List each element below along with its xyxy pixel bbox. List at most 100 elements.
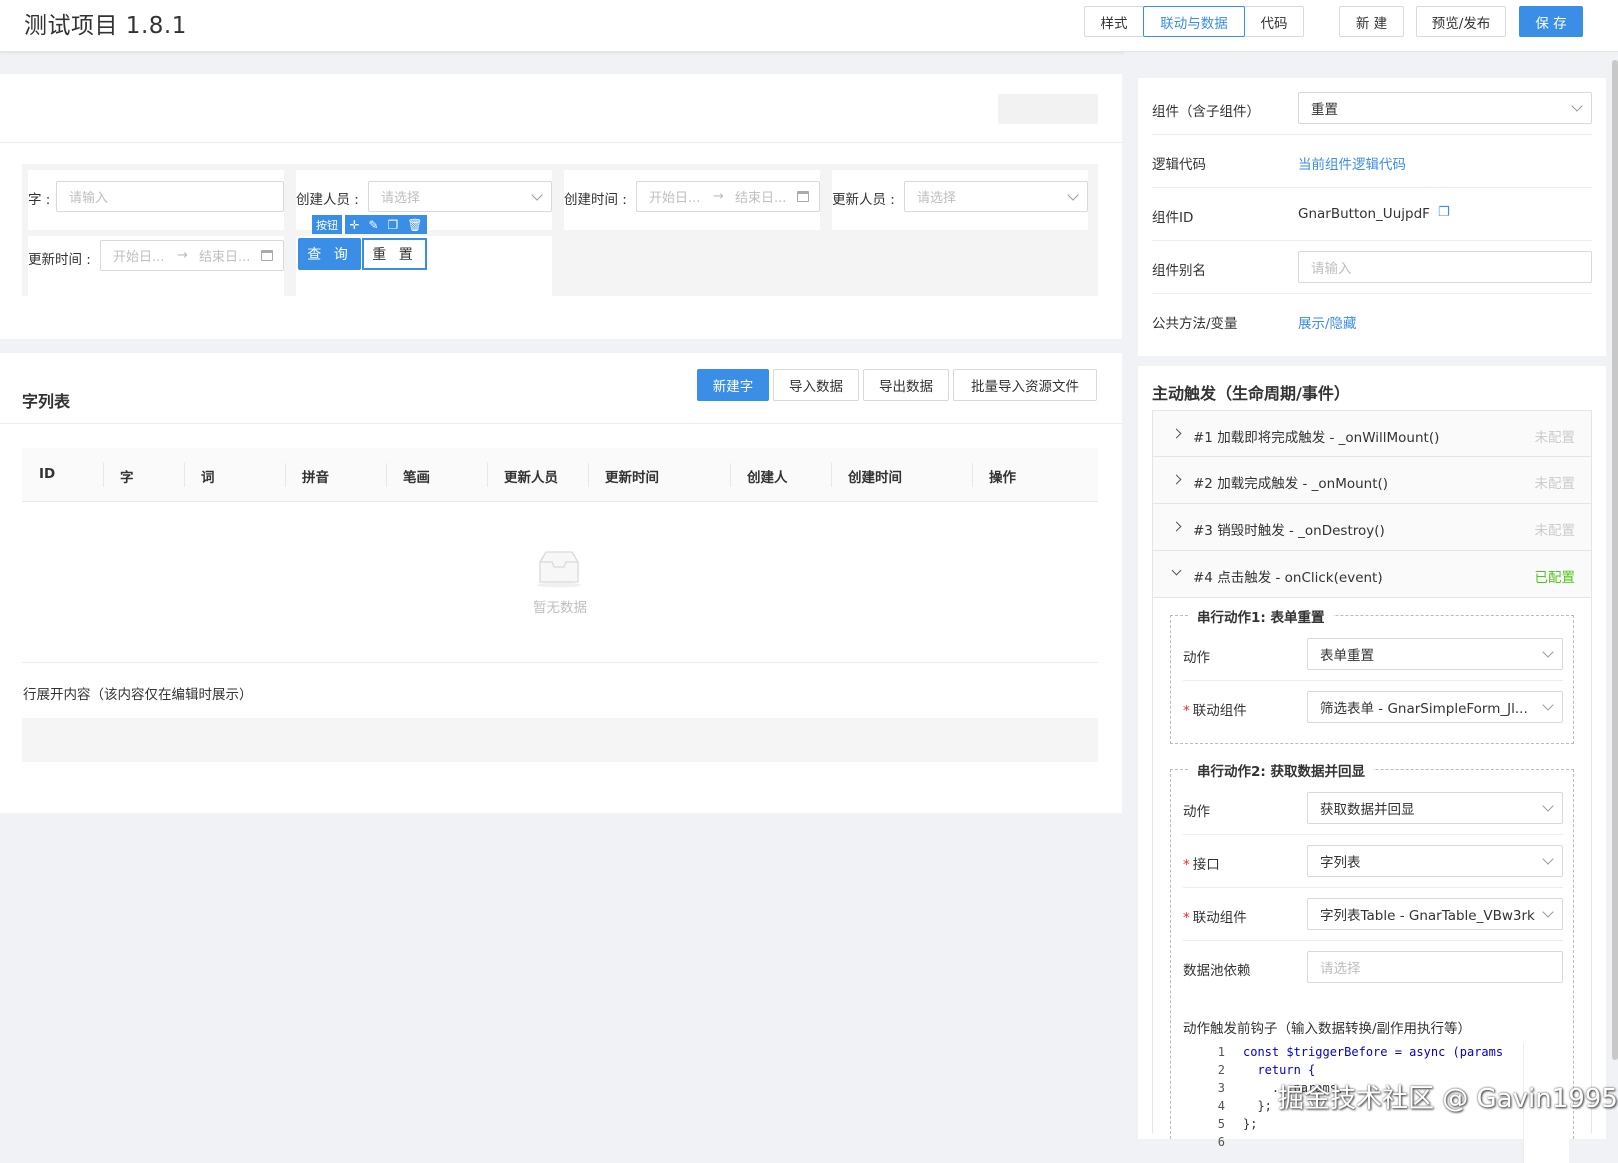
- editor-canvas: 字 : 请输入 创建人员 : 请选择 创建时间 : 开始日... → 结束日..…: [0, 74, 1124, 1139]
- data-pool-select[interactable]: 请选择: [1307, 951, 1563, 983]
- column-divider: [184, 463, 185, 487]
- alias-label: 组件别名: [1152, 263, 1206, 279]
- chevron-down-icon: [1542, 906, 1554, 918]
- column-header[interactable]: 操作: [989, 466, 1016, 486]
- range-start: 开始日...: [649, 191, 701, 206]
- alias-input[interactable]: 请输入: [1298, 251, 1592, 283]
- component-select[interactable]: 重置: [1298, 92, 1592, 124]
- table-title: 字列表: [22, 392, 71, 411]
- field-char-input[interactable]: 请输入: [56, 181, 284, 212]
- export-data-button[interactable]: 导出数据: [863, 369, 949, 401]
- field-creator-select[interactable]: 请选择: [368, 181, 552, 212]
- prop-row: 组件别名 请输入: [1152, 241, 1592, 294]
- sidebar-scrollbar[interactable]: [1612, 60, 1618, 1060]
- link-component-select[interactable]: 字列表Table - GnarTable_VBw3rk: [1307, 898, 1563, 930]
- divider: [22, 662, 1098, 663]
- edit-icon[interactable]: ✎: [369, 218, 379, 232]
- action-select[interactable]: 表单重置: [1307, 638, 1563, 670]
- column-header[interactable]: 字: [120, 466, 134, 486]
- column-header[interactable]: 拼音: [302, 466, 329, 486]
- trigger-actions-area: 串行动作1: 表单重置 动作 表单重置 * 联动组件 筛选表单 - GnarSim…: [1152, 598, 1592, 1163]
- action-row: 动作 表单重置: [1183, 628, 1563, 681]
- api-label: * 接口: [1183, 853, 1220, 873]
- field-created-time-range[interactable]: 开始日... → 结束日...: [636, 181, 820, 212]
- chevron-down-icon: [531, 189, 543, 201]
- save-button[interactable]: 保 存: [1519, 6, 1583, 37]
- prop-row: 逻辑代码 当前组件逻辑代码: [1152, 135, 1592, 188]
- field-created-time-label: 创建时间 :: [564, 192, 627, 208]
- column-header[interactable]: 更新人员: [504, 466, 558, 486]
- chevron-right-icon: [1171, 428, 1182, 439]
- column-header[interactable]: 创建时间: [848, 466, 902, 486]
- copy-icon[interactable]: ❐: [388, 218, 399, 232]
- api-value: 字列表: [1320, 855, 1361, 871]
- column-header[interactable]: 词: [201, 466, 215, 486]
- action-label: 动作: [1183, 804, 1210, 820]
- logic-code-link[interactable]: 当前组件逻辑代码: [1298, 153, 1406, 173]
- chevron-down-icon: [1542, 800, 1554, 812]
- field-updated-time-range[interactable]: 开始日... → 结束日...: [100, 240, 284, 271]
- action-title: 串行动作1: 表单重置: [1189, 606, 1333, 626]
- chevron-down-icon: [1571, 100, 1583, 112]
- tab-code[interactable]: 代码: [1244, 6, 1304, 37]
- field-updater-select[interactable]: 请选择: [904, 181, 1088, 212]
- import-data-button[interactable]: 导入数据: [773, 369, 859, 401]
- creator-placeholder: 请选择: [381, 191, 421, 206]
- trigger-status: 未配置: [1534, 476, 1576, 492]
- trigger-item[interactable]: #1 加载即将完成触发 - _onWillMount() 未配置: [1152, 410, 1592, 457]
- component-id-value: GnarButton_UujpdF: [1298, 206, 1430, 222]
- line-number: 3: [1217, 1081, 1225, 1095]
- preview-publish-button[interactable]: 预览/发布: [1416, 6, 1506, 37]
- new-char-button[interactable]: 新建字: [697, 369, 769, 401]
- action-select[interactable]: 获取数据并回显: [1307, 792, 1563, 824]
- chevron-down-icon: [1542, 699, 1554, 711]
- arrow-right-icon: →: [177, 248, 188, 263]
- component-value: 重置: [1311, 102, 1338, 118]
- delete-icon[interactable]: 🗑: [407, 218, 422, 232]
- hook-label: 动作触发前钩子（输入数据转换/副作用执行等）: [1183, 1021, 1472, 1037]
- component-toolbar: ✛ ✎ ❐ 🗑: [345, 215, 427, 234]
- toggle-visibility-link[interactable]: 展示/隐藏: [1298, 312, 1357, 332]
- action-value: 获取数据并回显: [1320, 802, 1415, 818]
- trigger-item-expanded[interactable]: #4 点击触发 - onClick(event) 已配置: [1152, 551, 1592, 598]
- column-header[interactable]: 更新时间: [605, 466, 659, 486]
- link-label-text: 联动组件: [1192, 910, 1247, 926]
- link-component-select[interactable]: 筛选表单 - GnarSimpleForm_Jl...: [1307, 691, 1563, 723]
- line-number: 5: [1217, 1117, 1225, 1131]
- query-button[interactable]: 查 询: [298, 238, 361, 270]
- tab-linkage[interactable]: 联动与数据: [1143, 6, 1245, 37]
- divider: [0, 423, 1122, 424]
- column-header[interactable]: ID: [39, 466, 55, 482]
- code-text: };: [1243, 1099, 1272, 1113]
- column-divider: [103, 463, 104, 487]
- column-header[interactable]: 笔画: [403, 466, 430, 486]
- column-header[interactable]: 创建人: [747, 466, 788, 486]
- divider: [0, 142, 1122, 143]
- form-cell: 更新人员 : 请选择: [832, 170, 1088, 230]
- new-button[interactable]: 新 建: [1339, 6, 1404, 37]
- expand-row-label: 行展开内容（该内容仅在编辑时展示）: [23, 687, 253, 703]
- expand-row-area[interactable]: [22, 718, 1098, 762]
- tab-style[interactable]: 样式: [1084, 6, 1144, 37]
- filter-form: 字 : 请输入 创建人员 : 请选择 创建时间 : 开始日... → 结束日..…: [22, 164, 1098, 296]
- action-row: 动作 获取数据并回显: [1183, 782, 1563, 835]
- form-cell: 更新时间 : 开始日... → 结束日...: [28, 236, 284, 296]
- api-select[interactable]: 字列表: [1307, 845, 1563, 877]
- column-divider: [386, 463, 387, 487]
- reset-button[interactable]: 重 置: [362, 238, 427, 270]
- trigger-text: #1 加载即将完成触发 - _onWillMount(): [1193, 430, 1440, 446]
- column-divider: [730, 463, 731, 487]
- watermark: 掘金技术社区 @ Gavin1995: [1278, 1084, 1618, 1114]
- column-divider: [972, 463, 973, 487]
- trigger-item[interactable]: #3 销毁时触发 - _onDestroy() 未配置: [1152, 504, 1592, 551]
- required-mark: *: [1183, 857, 1190, 873]
- batch-import-button[interactable]: 批量导入资源文件: [953, 369, 1097, 401]
- public-methods-label: 公共方法/变量: [1152, 316, 1238, 332]
- trigger-item[interactable]: #2 加载完成触发 - _onMount() 未配置: [1152, 457, 1592, 504]
- trigger-text: #3 销毁时触发 - _onDestroy(): [1193, 523, 1385, 539]
- copy-icon[interactable]: ❐: [1438, 205, 1450, 220]
- move-icon[interactable]: ✛: [349, 218, 359, 232]
- data-pool-label: 数据池依赖: [1183, 963, 1251, 979]
- chevron-down-icon: [1067, 189, 1079, 201]
- trigger-status: 未配置: [1534, 523, 1576, 539]
